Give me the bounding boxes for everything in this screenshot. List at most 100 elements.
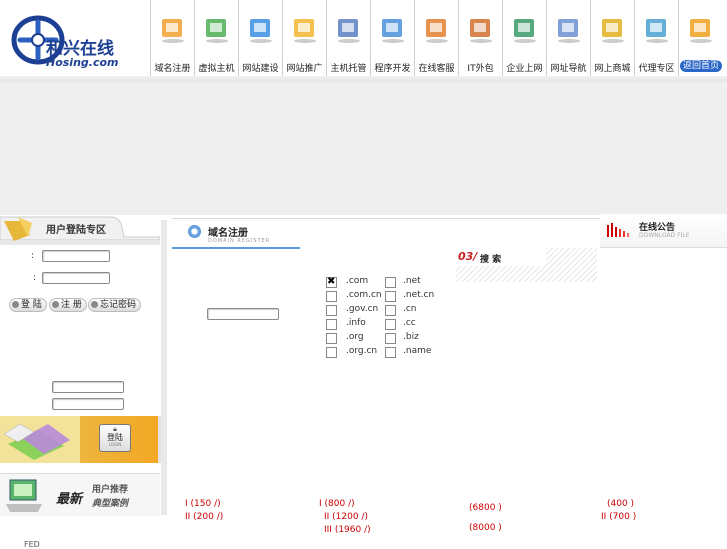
laptop-icon [379,14,407,44]
bars-icon [607,223,629,237]
tld-checkbox[interactable] [385,319,396,330]
tld-label: .com.cn [346,290,382,300]
computer-icon [6,479,42,512]
forgot-password-button[interactable]: 忘记密码 [88,298,142,312]
nav-item-8[interactable]: IT外包 [459,0,502,76]
nav-item-label: 程序开发 [374,64,411,74]
member-input-2[interactable] [52,398,124,410]
price-7: (8000 ) [469,523,502,533]
domain-panel-title: 域名注册 [208,228,248,239]
tld-label: .biz [403,332,419,342]
promo-login-label: 登陆 [107,433,123,442]
globe-icon [643,14,671,44]
search-number: 03/ [458,250,478,263]
username-input[interactable] [42,250,110,262]
nav-item-13[interactable]: 返回首页 [679,0,722,76]
document-icon [555,14,583,44]
nav-item-2[interactable]: 虚拟主机 [195,0,238,76]
search-panel: 03/ 搜 索 [456,248,597,282]
nav-item-4[interactable]: 网站推广 [283,0,326,76]
nav-item-label: 网站推广 [286,64,323,74]
tld-checkbox[interactable] [326,333,337,344]
calendar-icon [159,14,187,44]
tld-checkbox[interactable] [385,305,396,316]
tld-checkbox[interactable] [385,291,396,302]
register-button[interactable]: 注 册 [49,298,87,312]
username-label: : [31,251,35,261]
login-button-label: 登 陆 [21,300,42,310]
nav-item-3[interactable]: 网站建设 [239,0,282,76]
promo-login-button[interactable]: 🔒︎ 登陆 LOGIN [99,424,131,452]
arrow-icon [91,301,98,308]
tld-checkbox[interactable] [385,277,396,288]
domain-panel-subtitle: DOMAIN REGISTER [208,238,271,244]
tld-label: .cn [403,304,417,314]
password-label: : [33,273,37,283]
nav-item-5[interactable]: 主机托管 [327,0,370,76]
box-icon [203,14,231,44]
tld-checkbox[interactable] [326,291,337,302]
tld-checkbox[interactable] [326,305,337,316]
nav-item-9[interactable]: 企业上网 [503,0,546,76]
tld-checkbox[interactable]: ✖ [326,276,337,288]
domain-search-input[interactable] [207,308,279,320]
nav-item-label: 主机托管 [330,64,367,74]
price-1: I (150 /) [185,499,221,509]
register-button-label: 注 册 [61,300,82,310]
panel-divider [161,220,167,515]
tld-label: .net [403,276,421,286]
nav-item-label: 域名注册 [154,64,191,74]
promo-login-banner: 🔒︎ 登陆 LOGIN [0,416,161,463]
nav-item-label: 在线客服 [418,64,455,74]
monitor-icon [247,14,275,44]
tld-label: .net.cn [403,290,435,300]
tld-checkbox[interactable] [385,333,396,344]
tld-checkbox[interactable] [326,319,337,330]
login-button[interactable]: 登 陆 [9,298,47,312]
password-input[interactable] [42,272,110,284]
network-icon [511,14,539,44]
arrow-icon [52,301,59,308]
domain-header-underline [172,247,300,249]
megaphone-icon [291,14,319,44]
tld-label: .cc [403,318,416,328]
price-5: III (1960 /) [324,525,371,535]
tld-label: .com [346,276,369,286]
notice-subtitle: DOWNLOAD FILE [639,232,690,239]
support-icon [423,14,451,44]
nav-item-label: 代理专区 [638,64,675,74]
promo-login-sub: LOGIN [108,442,122,447]
search-title: 搜 索 [480,255,502,265]
forgot-password-label: 忘记密码 [100,300,137,310]
nav-item-10[interactable]: 网址导航 [547,0,590,76]
tld-label: .org [346,332,364,342]
login-panel-title: 用户登陆专区 [46,225,106,236]
tld-label: .info [346,318,366,328]
nav-item-label: IT外包 [467,64,494,74]
nav-item-label: 网站建设 [242,64,279,74]
price-6: (6800 ) [469,503,502,513]
coins-icon [599,14,627,44]
nav-item-1[interactable]: 域名注册 [151,0,194,76]
arrow-icon [12,301,19,308]
member-input-1[interactable] [52,381,124,393]
nav-item-7[interactable]: 在线客服 [415,0,458,76]
nav-item-6[interactable]: 程序开发 [371,0,414,76]
price-8: (400 ) [607,499,635,509]
envelope-icon [0,416,80,463]
price-3: I (800 /) [319,499,355,509]
tld-label: .name [403,346,432,356]
price-9: II (700 ) [601,512,637,522]
tld-checkbox[interactable] [385,347,396,358]
tld-label: .org.cn [346,346,378,356]
nav-item-11[interactable]: 网上商城 [591,0,634,76]
cases-banner[interactable]: 最新 用户推荐 典型案例 [0,473,160,516]
nav-item-label: 返回首页 [680,60,722,72]
nav-item-label: 虚拟主机 [198,64,235,74]
cases-line-1: 用户推荐 [92,485,129,495]
nav-item-label: 企业上网 [506,64,543,74]
nav-item-label: 网上商城 [594,64,631,74]
nav-item-12[interactable]: 代理专区 [635,0,678,76]
package-icon [467,14,495,44]
tld-checkbox[interactable] [326,347,337,358]
